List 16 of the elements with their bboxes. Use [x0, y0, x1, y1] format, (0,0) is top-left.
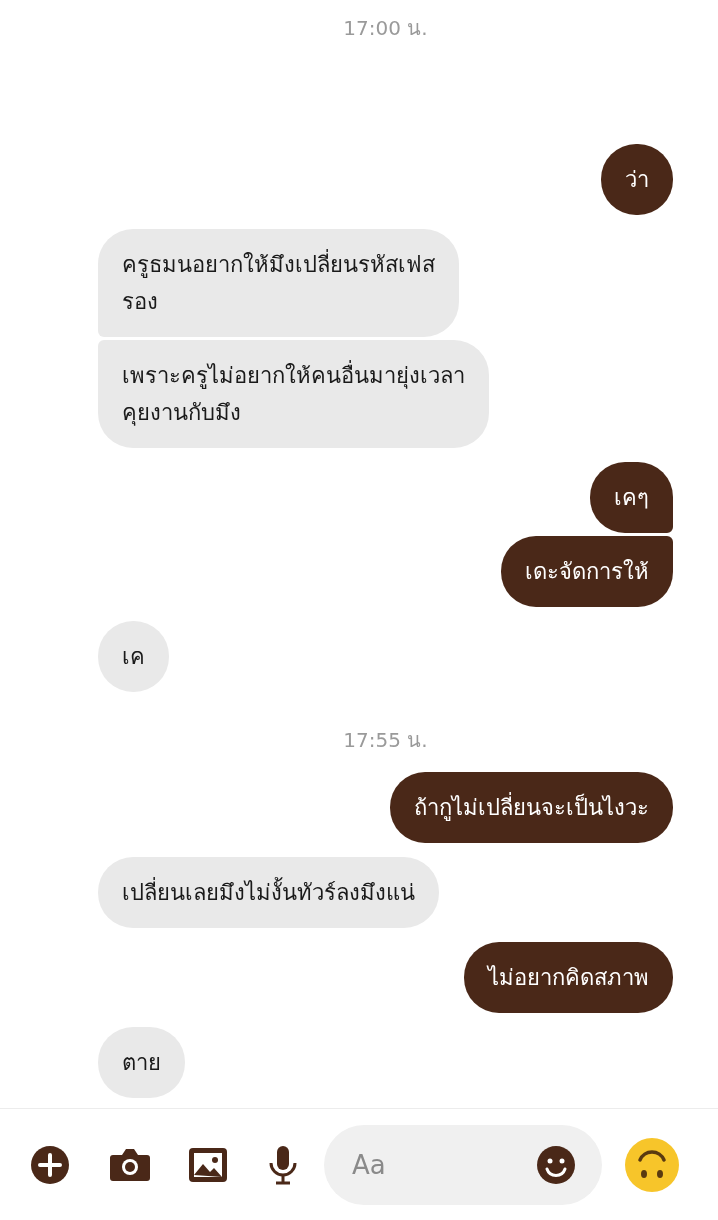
- received-message: ตาย: [98, 1027, 185, 1098]
- sent-message: ถ้ากูไม่เปลี่ยนจะเป็นไงวะ: [390, 772, 673, 843]
- message-input[interactable]: Aa: [350, 1148, 536, 1181]
- timestamp: 17:00 น.: [343, 15, 428, 42]
- sent-message: ว่า: [601, 144, 673, 215]
- message-field[interactable]: Aa: [324, 1124, 602, 1205]
- upside-down-face-icon[interactable]: [624, 1136, 680, 1193]
- sent-message: เดะจัดการให้: [501, 536, 673, 607]
- sent-message: ไม่อยากคิดสภาพ: [464, 942, 673, 1013]
- received-message: ครูธมนอยากให้มึงเปลี่ยนรหัสเฟส รอง: [98, 229, 459, 337]
- sent-message: เคๆ: [590, 462, 673, 533]
- received-message: เค: [98, 621, 169, 692]
- smiley-icon[interactable]: [536, 1144, 576, 1185]
- received-message: เปลี่ยนเลยมึงไม่งั้นทัวร์ลงมึงแน่: [98, 857, 439, 928]
- received-message: เพราะครูไม่อยากให้คนอื่นมายุ่งเวลา คุยงานกับมึง: [98, 340, 489, 448]
- timestamp: 17:55 น.: [343, 727, 428, 754]
